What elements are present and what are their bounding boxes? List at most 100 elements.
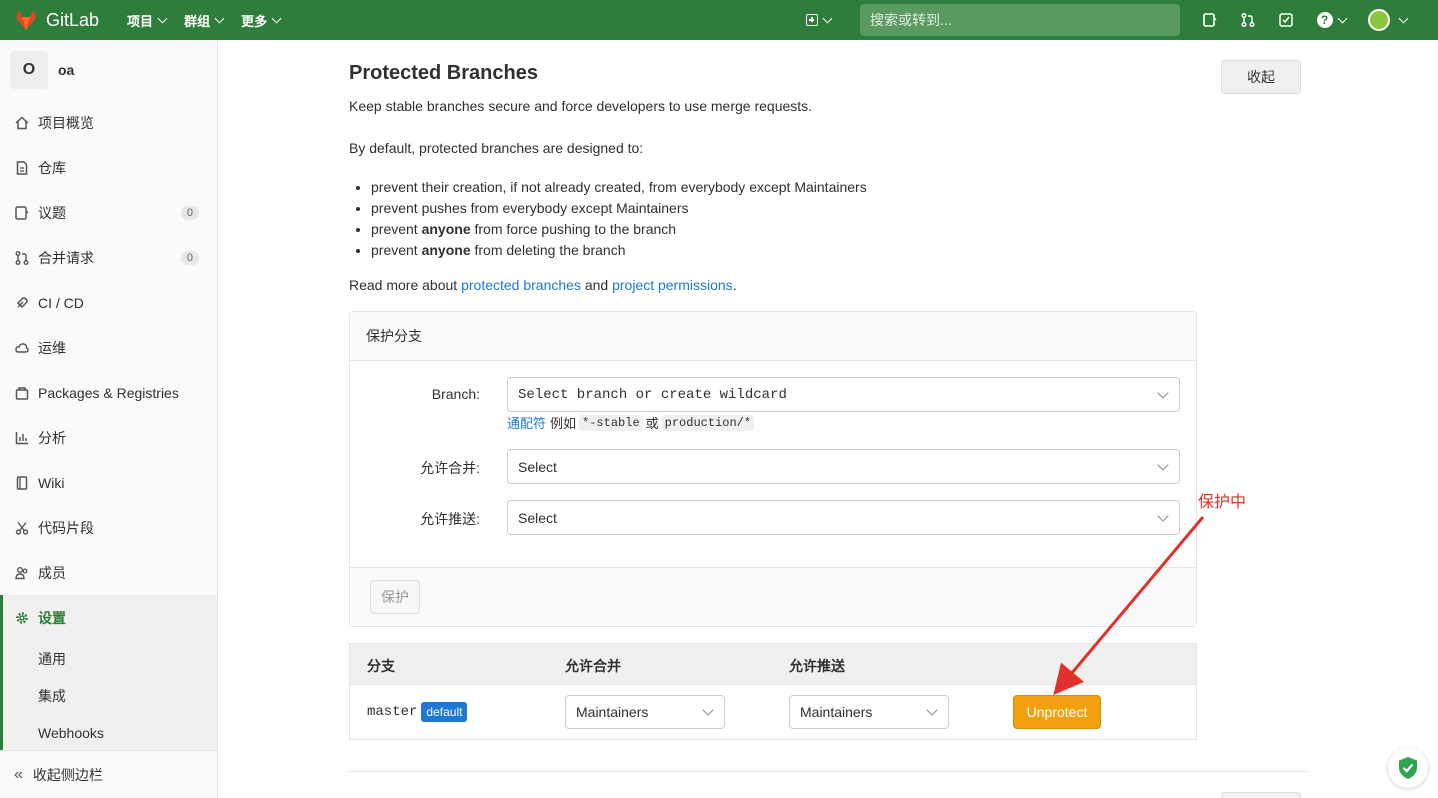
menu-more[interactable]: 更多	[241, 11, 282, 30]
default-intro: By default, protected branches are desig…	[349, 140, 644, 156]
chevron-down-icon	[157, 13, 168, 23]
menu-groups[interactable]: 群组	[184, 11, 225, 30]
top-navbar: GitLab 项目 群组 更多 搜索或转到... ?	[0, 0, 1438, 40]
protected-branches-link[interactable]: protected branches	[461, 277, 581, 293]
rocket-icon	[14, 295, 30, 311]
sidebar-item-wiki[interactable]: Wiki	[0, 460, 217, 505]
collapse-sidebar-label: 收起侧边栏	[32, 766, 103, 783]
chevron-down-icon	[1157, 510, 1169, 522]
dropdown-value: Maintainers	[576, 704, 649, 720]
branch-name: master	[367, 704, 418, 720]
collapse-sidebar-button[interactable]: « 收起侧边栏	[0, 750, 217, 798]
sidebar-item-label: Wiki	[38, 474, 65, 491]
merge-requests-count-badge: 0	[180, 250, 199, 265]
home-icon	[14, 115, 30, 131]
top-right-actions: 搜索或转到... ?	[806, 0, 1409, 40]
allowed-push-select[interactable]: Select	[507, 500, 1180, 535]
sidebar-item-operations[interactable]: 运维	[0, 325, 217, 370]
sidebar-sub-label: 通用	[38, 650, 66, 667]
sidebar-item-label: 仓库	[38, 159, 66, 176]
rule-text: from deleting the branch	[470, 242, 626, 258]
app-name: GitLab	[46, 9, 100, 30]
list-item: prevent their creation, if not already c…	[371, 177, 867, 198]
chevron-down-icon	[822, 13, 833, 23]
sidebar-sub-label: 集成	[38, 687, 66, 704]
branch-select[interactable]: Select branch or create wildcard	[507, 377, 1180, 412]
merge-access-dropdown[interactable]: Maintainers	[565, 695, 725, 729]
merge-request-icon	[14, 250, 30, 266]
sidebar-item-ci-cd[interactable]: CI / CD	[0, 280, 217, 325]
form-heading: 保护分支	[350, 312, 1196, 361]
project-header[interactable]: O oa	[0, 40, 217, 100]
chevron-down-icon	[214, 13, 225, 23]
section-description: Keep stable branches secure and force de…	[349, 98, 813, 114]
cloud-icon	[14, 340, 30, 356]
sidebar-item-label: 设置	[38, 609, 66, 626]
column-header-push: 允许推送	[789, 658, 845, 674]
next-section-button[interactable]	[1221, 792, 1301, 798]
sidebar-item-label: 项目概览	[38, 114, 94, 131]
sidebar-sub-general[interactable]: 通用	[0, 640, 217, 677]
sidebar-item-label: 成员	[38, 564, 66, 581]
project-permissions-link[interactable]: project permissions	[612, 277, 733, 293]
rules-list: prevent their creation, if not already c…	[349, 177, 867, 261]
wildcard-link[interactable]: 通配符	[507, 413, 546, 432]
sidebar-item-overview[interactable]: 项目概览	[0, 100, 217, 145]
search-input[interactable]: 搜索或转到...	[860, 4, 1180, 36]
annotation-label: 保护中	[1198, 494, 1247, 511]
menu-label: 更多	[241, 13, 268, 29]
list-item: prevent anyone from force pushing to the…	[371, 219, 867, 240]
rule-emphasis: anyone	[421, 221, 471, 237]
issues-nav-icon[interactable]	[1202, 12, 1218, 28]
rule-emphasis: anyone	[421, 242, 471, 258]
protect-button[interactable]: 保护	[370, 580, 420, 614]
gitlab-logo[interactable]: GitLab	[14, 8, 99, 32]
new-item-button[interactable]	[806, 13, 846, 26]
sidebar-item-label: 运维	[38, 339, 66, 356]
issues-icon	[14, 205, 30, 221]
sidebar-sub-integrations[interactable]: 集成	[0, 677, 217, 714]
merge-requests-nav-icon[interactable]	[1240, 12, 1256, 28]
read-more-suffix: .	[732, 277, 737, 293]
sidebar-item-label: CI / CD	[38, 294, 84, 311]
rule-text: prevent	[371, 221, 422, 237]
sidebar-item-snippets[interactable]: 代码片段	[0, 505, 217, 550]
allowed-merge-select[interactable]: Select	[507, 449, 1180, 484]
chevron-down-icon	[271, 13, 282, 23]
top-menu: 项目 群组 更多	[127, 11, 298, 30]
sidebar-item-packages[interactable]: Packages & Registries	[0, 370, 217, 415]
collapse-section-button[interactable]: 收起	[1221, 60, 1301, 94]
sidebar-item-members[interactable]: 成员	[0, 550, 217, 595]
sidebar-item-repository[interactable]: 仓库	[0, 145, 217, 190]
sidebar-item-settings[interactable]: 设置	[0, 595, 217, 640]
help-menu[interactable]: ?	[1316, 12, 1347, 28]
sidebar-item-merge-requests[interactable]: 合并请求 0	[0, 235, 217, 280]
user-menu[interactable]	[1346, 9, 1409, 31]
search-placeholder: 搜索或转到...	[870, 12, 952, 28]
rule-text: prevent their creation, if not already c…	[371, 179, 867, 195]
sidebar-item-label: 合并请求	[38, 249, 94, 266]
list-item: prevent anyone from deleting the branch	[371, 240, 867, 261]
double-chevron-left-icon: «	[14, 765, 23, 783]
sidebar-item-issues[interactable]: 议题 0	[0, 190, 217, 235]
push-access-dropdown[interactable]: Maintainers	[789, 695, 949, 729]
shield-check-icon[interactable]	[1388, 748, 1428, 788]
users-icon	[14, 565, 30, 581]
chevron-down-icon	[926, 704, 938, 716]
hint-text: 例如	[550, 416, 577, 431]
sidebar-sub-webhooks[interactable]: Webhooks	[0, 714, 217, 751]
todos-nav-icon[interactable]	[1278, 12, 1294, 28]
sidebar-sub-label: Webhooks	[38, 724, 104, 741]
package-icon	[14, 385, 30, 401]
select-value: Select	[518, 458, 557, 475]
rule-text: prevent pushes from everybody except Mai…	[371, 200, 689, 216]
read-more: Read more about protected branches and p…	[349, 277, 737, 293]
menu-projects[interactable]: 项目	[127, 11, 168, 30]
branch-cell: master default	[367, 702, 468, 722]
unprotect-button[interactable]: Unprotect	[1013, 695, 1101, 729]
sidebar-item-analytics[interactable]: 分析	[0, 415, 217, 460]
gitlab-fox-icon	[16, 10, 36, 30]
rule-text: prevent	[371, 242, 422, 258]
chevron-down-icon	[1157, 387, 1169, 399]
read-more-prefix: Read more about	[349, 277, 462, 293]
